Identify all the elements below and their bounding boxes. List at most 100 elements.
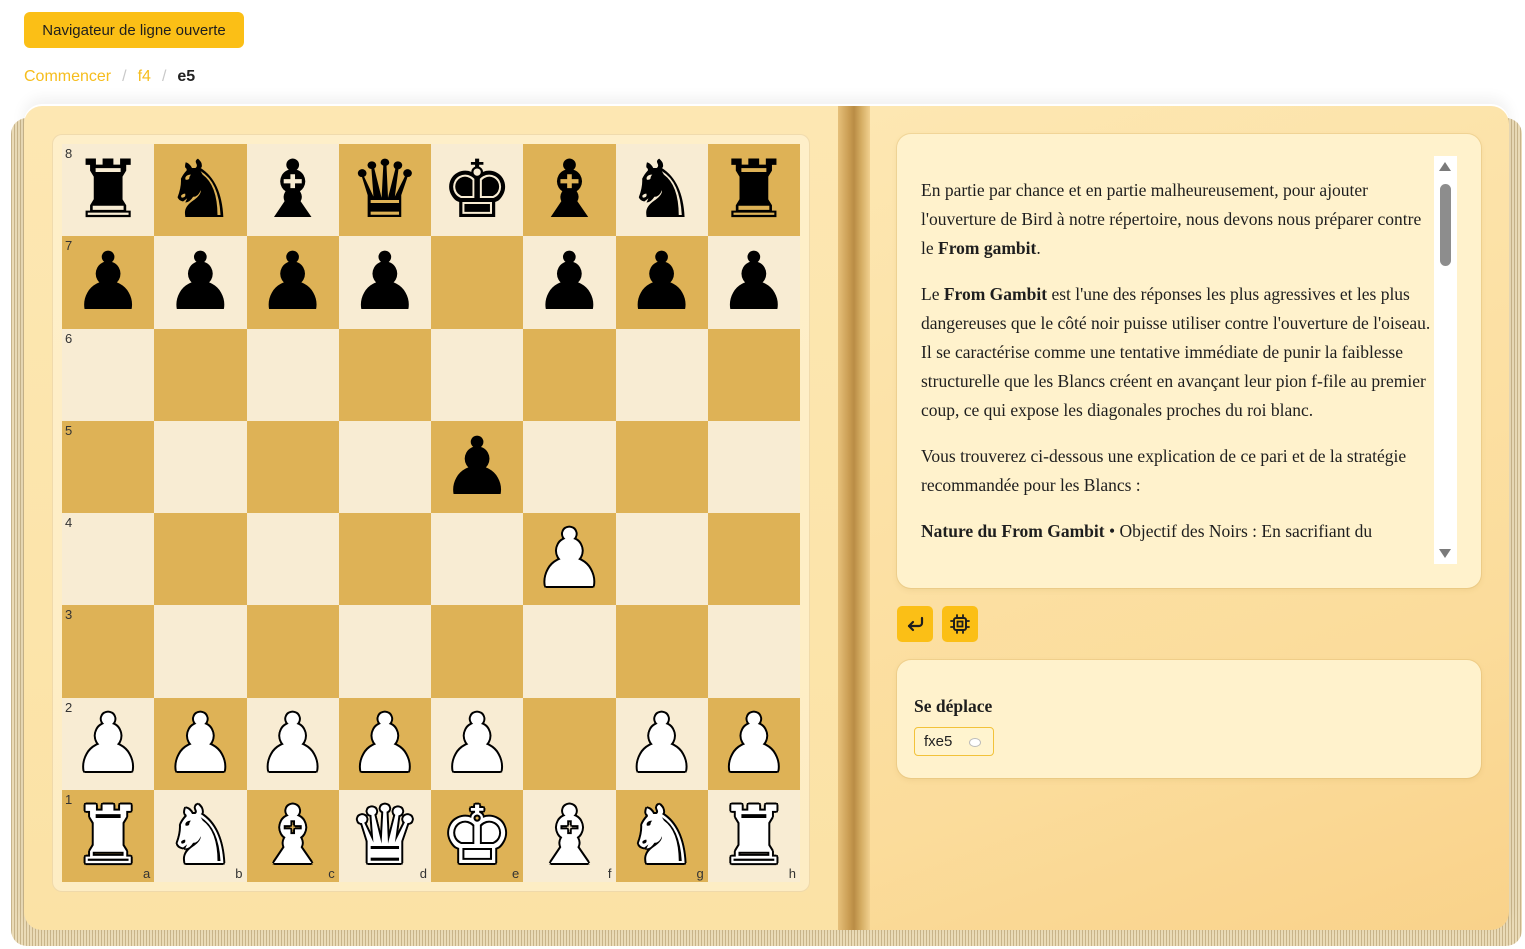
square-a3[interactable]: 3 [62, 605, 155, 698]
square-g1[interactable]: g ♞ [615, 789, 708, 882]
square-c6[interactable] [246, 328, 339, 421]
move-chip-fxe5[interactable]: fxe5 [914, 727, 994, 756]
square-f8[interactable]: ♝ [523, 144, 616, 237]
square-h2[interactable]: ♟ [707, 697, 800, 790]
square-a7[interactable]: 7 ♟ [62, 236, 155, 329]
square-h8[interactable]: ♜ [707, 144, 800, 237]
black-bishop-icon[interactable]: ♝ [534, 150, 606, 230]
square-e8[interactable]: ♚ [431, 144, 524, 237]
square-d4[interactable] [338, 513, 431, 606]
square-d5[interactable] [338, 420, 431, 513]
square-e4[interactable] [431, 513, 524, 606]
square-f4[interactable]: ♟ [523, 513, 616, 606]
white-king-icon[interactable]: ♚ [441, 795, 513, 876]
square-h7[interactable]: ♟ [707, 236, 800, 329]
square-a8[interactable]: 8 ♜ [62, 144, 155, 237]
scroll-down-icon[interactable] [1439, 549, 1451, 558]
square-g6[interactable] [615, 328, 708, 421]
square-g8[interactable]: ♞ [615, 144, 708, 237]
square-h1[interactable]: h ♜ [707, 789, 800, 882]
square-g2[interactable]: ♟ [615, 697, 708, 790]
white-rook-icon[interactable]: ♜ [72, 795, 144, 876]
square-a2[interactable]: 2 ♟ [62, 697, 155, 790]
square-b2[interactable]: ♟ [154, 697, 247, 790]
white-pawn-icon[interactable]: ♟ [534, 519, 606, 599]
square-f7[interactable]: ♟ [523, 236, 616, 329]
square-f3[interactable] [523, 605, 616, 698]
square-g5[interactable] [615, 420, 708, 513]
black-pawn-icon[interactable]: ♟ [257, 242, 329, 322]
square-b8[interactable]: ♞ [154, 144, 247, 237]
square-a6[interactable]: 6 [62, 328, 155, 421]
square-b5[interactable] [154, 420, 247, 513]
square-e6[interactable] [431, 328, 524, 421]
square-d8[interactable]: ♛ [338, 144, 431, 237]
square-c3[interactable] [246, 605, 339, 698]
square-f5[interactable] [523, 420, 616, 513]
white-pawn-icon[interactable]: ♟ [72, 703, 144, 784]
square-e5[interactable]: ♟ [431, 420, 524, 513]
square-h5[interactable] [707, 420, 800, 513]
chess-board[interactable]: 8 ♜ ♞ ♝ ♛ ♚ ♝ ♞ ♜ 7 ♟ ♟ ♟ ♟ ♟ ♟ ♟ 6 5 ♟ 4 ♟ 3 2 ♟ ♟ ♟ ♟ ♟ ♟ ♟ 1 a ♜ b ♞ c ♝ d ♛… [62, 144, 800, 882]
white-pawn-icon[interactable]: ♟ [718, 703, 790, 784]
white-pawn-icon[interactable]: ♟ [441, 703, 513, 784]
square-d2[interactable]: ♟ [338, 697, 431, 790]
white-knight-icon[interactable]: ♞ [626, 795, 698, 876]
square-e2[interactable]: ♟ [431, 697, 524, 790]
white-pawn-icon[interactable]: ♟ [257, 703, 329, 784]
black-pawn-icon[interactable]: ♟ [349, 242, 421, 322]
square-a1[interactable]: 1 a ♜ [62, 789, 155, 882]
square-e1[interactable]: e ♚ [431, 789, 524, 882]
black-pawn-icon[interactable]: ♟ [626, 242, 698, 322]
breadcrumb-link-f4[interactable]: f4 [138, 68, 151, 86]
white-queen-icon[interactable]: ♛ [349, 795, 421, 876]
black-rook-icon[interactable]: ♜ [72, 150, 144, 230]
white-pawn-icon[interactable]: ♟ [349, 703, 421, 784]
black-pawn-icon[interactable]: ♟ [72, 242, 144, 322]
undo-button[interactable] [897, 606, 933, 642]
scroll-thumb[interactable] [1440, 184, 1451, 266]
black-pawn-icon[interactable]: ♟ [534, 242, 606, 322]
square-f6[interactable] [523, 328, 616, 421]
square-f1[interactable]: f ♝ [523, 789, 616, 882]
square-f2[interactable] [523, 697, 616, 790]
square-c4[interactable] [246, 513, 339, 606]
square-g3[interactable] [615, 605, 708, 698]
black-queen-icon[interactable]: ♛ [349, 150, 421, 230]
square-c1[interactable]: c ♝ [246, 789, 339, 882]
open-line-navigator-button[interactable]: Navigateur de ligne ouverte [24, 12, 244, 48]
square-c8[interactable]: ♝ [246, 144, 339, 237]
square-a4[interactable]: 4 [62, 513, 155, 606]
square-h4[interactable] [707, 513, 800, 606]
scroll-up-icon[interactable] [1439, 162, 1451, 171]
square-h6[interactable] [707, 328, 800, 421]
square-b6[interactable] [154, 328, 247, 421]
square-c7[interactable]: ♟ [246, 236, 339, 329]
white-rook-icon[interactable]: ♜ [718, 795, 790, 876]
black-pawn-icon[interactable]: ♟ [165, 242, 237, 322]
square-d1[interactable]: d ♛ [338, 789, 431, 882]
square-e3[interactable] [431, 605, 524, 698]
square-g7[interactable]: ♟ [615, 236, 708, 329]
square-b4[interactable] [154, 513, 247, 606]
black-king-icon[interactable]: ♚ [441, 150, 513, 230]
white-bishop-icon[interactable]: ♝ [257, 795, 329, 876]
square-c2[interactable]: ♟ [246, 697, 339, 790]
square-d6[interactable] [338, 328, 431, 421]
black-pawn-icon[interactable]: ♟ [441, 426, 513, 507]
square-b7[interactable]: ♟ [154, 236, 247, 329]
square-g4[interactable] [615, 513, 708, 606]
white-knight-icon[interactable]: ♞ [165, 795, 237, 876]
square-b3[interactable] [154, 605, 247, 698]
white-bishop-icon[interactable]: ♝ [534, 795, 606, 876]
white-pawn-icon[interactable]: ♟ [626, 703, 698, 784]
square-h3[interactable] [707, 605, 800, 698]
square-b1[interactable]: b ♞ [154, 789, 247, 882]
black-rook-icon[interactable]: ♜ [718, 150, 790, 230]
square-a5[interactable]: 5 [62, 420, 155, 513]
commentary-scrollbar[interactable] [1434, 156, 1457, 564]
engine-button[interactable] [942, 606, 978, 642]
square-d7[interactable]: ♟ [338, 236, 431, 329]
square-e7[interactable] [431, 236, 524, 329]
square-d3[interactable] [338, 605, 431, 698]
